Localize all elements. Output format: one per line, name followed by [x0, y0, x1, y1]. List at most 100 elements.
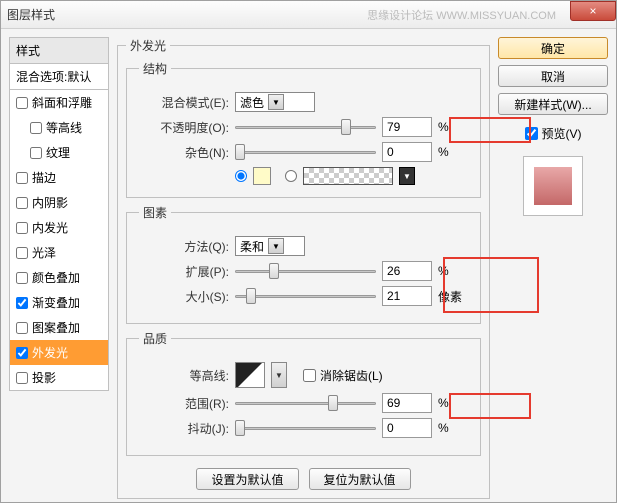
method-label: 方法(Q): — [139, 238, 229, 255]
antialias-checkbox[interactable]: 消除锯齿(L) — [303, 367, 383, 384]
style-item-8[interactable]: 渐变叠加 — [10, 290, 108, 315]
opacity-slider[interactable] — [235, 118, 376, 136]
contour-swatch[interactable] — [235, 362, 265, 388]
size-label: 大小(S): — [139, 288, 229, 305]
size-slider[interactable] — [235, 287, 376, 305]
range-slider[interactable] — [235, 394, 376, 412]
style-item-checkbox[interactable] — [30, 147, 42, 159]
jitter-unit: % — [438, 421, 468, 435]
spread-label: 扩展(P): — [139, 263, 229, 280]
settings-panel: 外发光 结构 混合模式(E): 滤色 ▼ 不透明度(O): % — [117, 37, 490, 494]
opacity-label: 不透明度(O): — [139, 119, 229, 136]
ok-button[interactable]: 确定 — [498, 37, 608, 59]
element-group: 图素 方法(Q): 柔和 ▼ 扩展(P): % — [126, 204, 481, 324]
opacity-unit: % — [438, 120, 468, 134]
style-item-label: 渐变叠加 — [32, 294, 80, 311]
noise-slider[interactable] — [235, 143, 376, 161]
gradient-radio[interactable] — [285, 170, 297, 182]
style-item-checkbox[interactable] — [30, 122, 42, 134]
style-item-label: 等高线 — [46, 119, 82, 136]
style-item-0[interactable]: 斜面和浮雕 — [10, 90, 108, 115]
close-icon: × — [589, 4, 596, 18]
style-item-2[interactable]: 纹理 — [10, 140, 108, 165]
contour-label: 等高线: — [139, 367, 229, 384]
window-title: 图层样式 — [7, 6, 55, 23]
spread-slider[interactable] — [235, 262, 376, 280]
style-item-checkbox[interactable] — [16, 272, 28, 284]
style-item-checkbox[interactable] — [16, 247, 28, 259]
jitter-slider[interactable] — [235, 419, 376, 437]
style-item-label: 光泽 — [32, 244, 56, 261]
style-item-1[interactable]: 等高线 — [10, 115, 108, 140]
style-item-11[interactable]: 投影 — [10, 365, 108, 390]
quality-legend: 品质 — [139, 330, 171, 347]
jitter-input[interactable] — [382, 418, 432, 438]
style-item-10[interactable]: 外发光 — [10, 340, 108, 365]
range-input[interactable] — [382, 393, 432, 413]
preview-checkbox[interactable]: 预览(V) — [498, 125, 608, 142]
style-item-label: 内发光 — [32, 219, 68, 236]
preview-swatch — [523, 156, 583, 216]
watermark: 思缘设计论坛 WWW.MISSYUAN.COM — [367, 7, 556, 23]
opacity-input[interactable] — [382, 117, 432, 137]
spread-unit: % — [438, 264, 468, 278]
style-item-9[interactable]: 图案叠加 — [10, 315, 108, 340]
set-default-button[interactable]: 设置为默认值 — [196, 468, 298, 490]
noise-label: 杂色(N): — [139, 144, 229, 161]
style-item-label: 投影 — [32, 369, 56, 386]
size-input[interactable] — [382, 286, 432, 306]
structure-group: 结构 混合模式(E): 滤色 ▼ 不透明度(O): % — [126, 60, 481, 198]
style-item-7[interactable]: 颜色叠加 — [10, 265, 108, 290]
style-item-3[interactable]: 描边 — [10, 165, 108, 190]
style-item-label: 颜色叠加 — [32, 269, 80, 286]
element-legend: 图素 — [139, 204, 171, 221]
style-item-checkbox[interactable] — [16, 97, 28, 109]
style-item-checkbox[interactable] — [16, 322, 28, 334]
range-label: 范围(R): — [139, 395, 229, 412]
blend-mode-label: 混合模式(E): — [139, 94, 229, 111]
outer-glow-legend: 外发光 — [126, 37, 170, 54]
chevron-down-icon: ▼ — [268, 238, 284, 254]
style-item-label: 内阴影 — [32, 194, 68, 211]
style-item-5[interactable]: 内发光 — [10, 215, 108, 240]
style-item-checkbox[interactable] — [16, 222, 28, 234]
method-select[interactable]: 柔和 ▼ — [235, 236, 305, 256]
reset-default-button[interactable]: 复位为默认值 — [309, 468, 411, 490]
style-item-label: 外发光 — [32, 344, 68, 361]
range-unit: % — [438, 396, 468, 410]
gradient-swatch[interactable] — [303, 167, 393, 185]
chevron-down-icon: ▼ — [268, 94, 284, 110]
color-radio[interactable] — [235, 170, 247, 182]
cancel-button[interactable]: 取消 — [498, 65, 608, 87]
size-unit: 像素 — [438, 288, 468, 305]
style-list-header: 样式 — [9, 37, 109, 64]
layer-style-dialog: 图层样式 思缘设计论坛 WWW.MISSYUAN.COM × 样式 混合选项:默… — [0, 0, 617, 503]
style-item-checkbox[interactable] — [16, 297, 28, 309]
style-list-panel: 样式 混合选项:默认 斜面和浮雕等高线纹理描边内阴影内发光光泽颜色叠加渐变叠加图… — [9, 37, 109, 494]
style-item-checkbox[interactable] — [16, 197, 28, 209]
noise-input[interactable] — [382, 142, 432, 162]
style-item-label: 斜面和浮雕 — [32, 94, 92, 111]
style-item-checkbox[interactable] — [16, 172, 28, 184]
style-item-checkbox[interactable] — [16, 347, 28, 359]
color-swatch[interactable] — [253, 167, 271, 185]
outer-glow-group: 外发光 结构 混合模式(E): 滤色 ▼ 不透明度(O): % — [117, 37, 490, 499]
blend-mode-select[interactable]: 滤色 ▼ — [235, 92, 315, 112]
new-style-button[interactable]: 新建样式(W)... — [498, 93, 608, 115]
style-item-6[interactable]: 光泽 — [10, 240, 108, 265]
blend-options-item[interactable]: 混合选项:默认 — [9, 64, 109, 90]
style-item-checkbox[interactable] — [16, 372, 28, 384]
structure-legend: 结构 — [139, 60, 171, 77]
style-item-4[interactable]: 内阴影 — [10, 190, 108, 215]
quality-group: 品质 等高线: ▼ 消除锯齿(L) 范围(R): — [126, 330, 481, 456]
style-item-label: 描边 — [32, 169, 56, 186]
titlebar: 图层样式 思缘设计论坛 WWW.MISSYUAN.COM × — [1, 1, 616, 29]
close-button[interactable]: × — [570, 1, 616, 21]
action-panel: 确定 取消 新建样式(W)... 预览(V) — [498, 37, 608, 494]
style-list: 斜面和浮雕等高线纹理描边内阴影内发光光泽颜色叠加渐变叠加图案叠加外发光投影 — [9, 90, 109, 391]
contour-dropdown[interactable]: ▼ — [271, 362, 287, 388]
gradient-dropdown[interactable]: ▼ — [399, 167, 415, 185]
style-item-label: 图案叠加 — [32, 319, 80, 336]
noise-unit: % — [438, 145, 468, 159]
spread-input[interactable] — [382, 261, 432, 281]
